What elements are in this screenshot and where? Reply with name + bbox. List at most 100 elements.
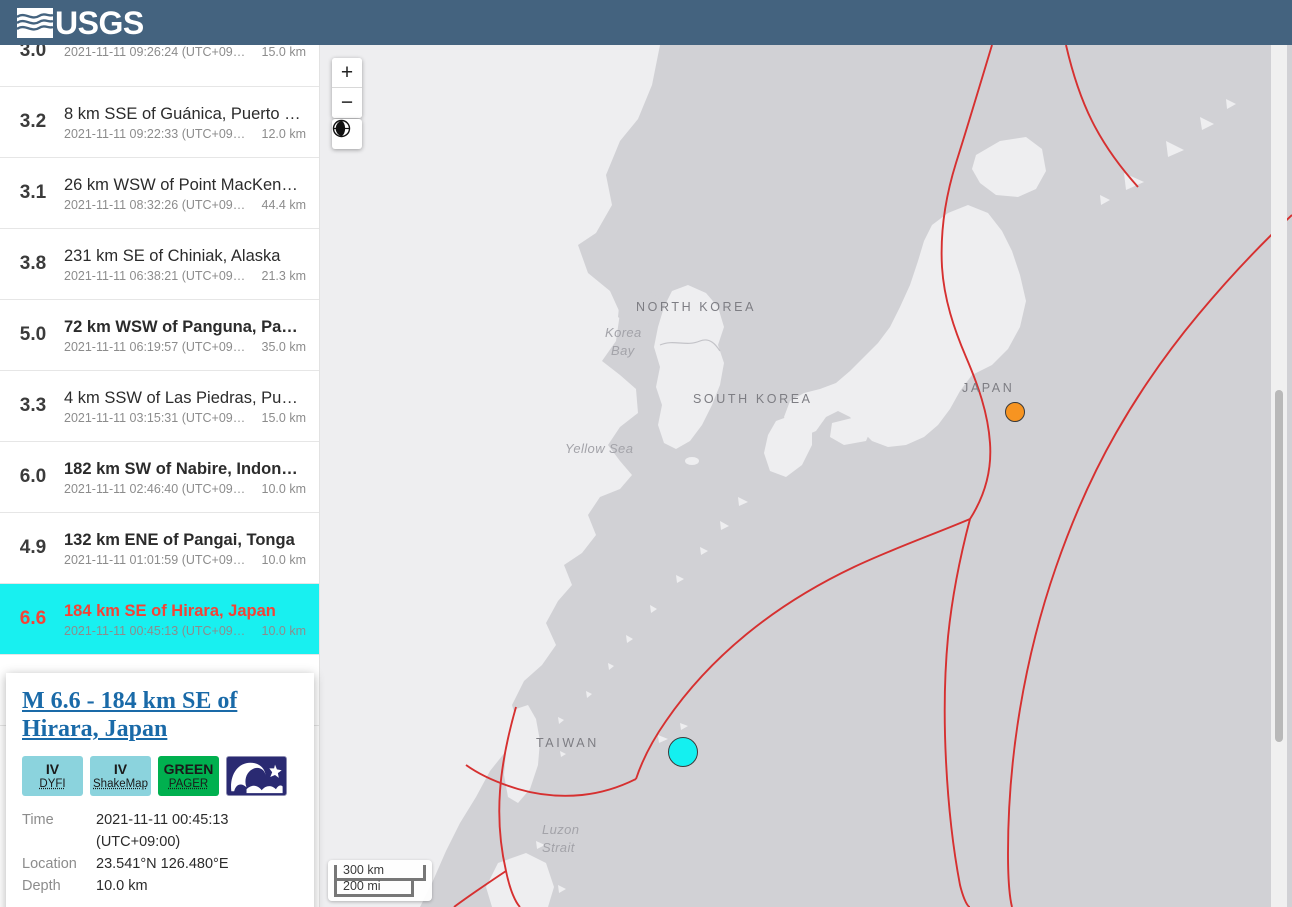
popup-fact-time-key: Time <box>22 812 54 828</box>
usgs-logo[interactable]: USGS <box>17 5 144 40</box>
event-time: 2021-11-11 01:01:59 (UTC+09:0… <box>64 552 246 567</box>
globe-icon <box>332 119 351 138</box>
event-depth: 10.0 km <box>261 623 306 638</box>
map-geometry <box>320 45 1292 907</box>
event-subline: 2021-11-11 09:26:24 (UTC+09:0… 15.0 km <box>64 45 306 59</box>
dyfi-badge-label: DYFI <box>39 777 66 790</box>
event-magnitude: 3.2 <box>19 111 47 132</box>
earthquake-list-item[interactable]: 4.9 132 km ENE of Pangai, Tonga 2021-11-11… <box>0 513 319 584</box>
event-time: 2021-11-11 06:38:21 (UTC+09:0… <box>64 268 246 283</box>
event-subline: 2021-11-11 01:01:59 (UTC+09:0… 10.0 km <box>64 553 306 567</box>
event-magnitude: 3.1 <box>19 182 47 203</box>
shakemap-badge[interactable]: IV ShakeMap <box>90 756 151 796</box>
event-place: 132 km ENE of Pangai, Tonga <box>64 530 295 549</box>
earthquake-list-item[interactable]: 3.3 4 km SSW of Las Piedras, Puert… 2021-1… <box>0 371 319 442</box>
popup-fact-depth-value: 10.0 km <box>96 878 148 894</box>
event-body: 26 km WSW of Point MacKenzie… 2021-11-11 … <box>64 175 319 212</box>
site-header: USGS <box>0 0 1292 45</box>
earthquake-list: 3.0 2021-11-11 09:26:24 (UTC+09:0… 15.0 km… <box>0 45 319 726</box>
event-place: 8 km SSE of Guánica, Puerto Rico <box>64 104 306 123</box>
event-magnitude: 6.0 <box>19 466 47 487</box>
scale-mi-label: 200 mi <box>343 879 381 893</box>
earthquake-list-item[interactable]: 5.0 72 km WSW of Panguna, Papua… 2021-11-1… <box>0 300 319 371</box>
event-time: 2021-11-11 02:46:40 (UTC+09:0… <box>64 481 246 496</box>
zoom-out-button[interactable]: − <box>332 88 362 118</box>
tsunami-badge[interactable] <box>226 756 287 796</box>
dyfi-badge-intensity: IV <box>45 760 60 777</box>
event-depth: 21.3 km <box>261 268 306 283</box>
scale-km-label: 300 km <box>343 863 384 877</box>
zoom-control-group: + − <box>332 58 362 118</box>
event-magnitude: 4.9 <box>19 537 47 558</box>
popup-fact-depth-key: Depth <box>22 878 61 894</box>
earthquake-list-item[interactable]: 6.0 182 km SW of Nabire, Indonesia 2021-11… <box>0 442 319 513</box>
event-body: 231 km SE of Chiniak, Alaska 2021-11-11 0… <box>64 246 319 283</box>
list-scrollbar[interactable] <box>1271 45 1287 907</box>
popup-fact-location-key: Location <box>22 856 77 872</box>
event-body: 132 km ENE of Pangai, Tonga 2021-11-11 01… <box>64 530 319 567</box>
event-depth: 15.0 km <box>261 410 306 425</box>
popup-fact-time-value: 2021-11-11 00:45:13 (UTC+09:00) <box>96 812 229 850</box>
earthquake-list-item[interactable]: 6.6 184 km SE of Hirara, Japan 2021-11-11 … <box>0 584 319 655</box>
popup-fact-location: Location 23.541°N 126.480°E <box>22 853 298 875</box>
event-subline: 2021-11-11 00:45:13 (UTC+09:0… 10.0 km <box>64 624 306 638</box>
event-magnitude: 3.8 <box>19 253 47 274</box>
event-place: 184 km SE of Hirara, Japan <box>64 601 276 620</box>
event-body: 8 km SSE of Guánica, Puerto Rico 2021-11-… <box>64 104 319 141</box>
event-place: 4 km SSW of Las Piedras, Puert… <box>64 388 306 407</box>
popup-badge-row: IV DYFI IV ShakeMap GREEN PAGER <box>22 756 298 796</box>
event-depth: 44.4 km <box>261 197 306 212</box>
orange-quake-marker[interactable] <box>1005 402 1025 422</box>
event-depth: 15.0 km <box>261 45 306 59</box>
event-subline: 2021-11-11 03:15:31 (UTC+09:0… 15.0 km <box>64 411 306 425</box>
map-scale-bar: 300 km 200 mi <box>328 860 432 901</box>
event-body: 72 km WSW of Panguna, Papua… 2021-11-11 0… <box>64 317 319 354</box>
event-body: 2021-11-11 09:26:24 (UTC+09:0… 15.0 km <box>64 45 319 59</box>
event-time: 2021-11-11 09:26:24 (UTC+09:0… <box>64 45 246 59</box>
earthquake-list-item[interactable]: 3.1 26 km WSW of Point MacKenzie… 2021-11-… <box>0 158 319 229</box>
event-body: 184 km SE of Hirara, Japan 2021-11-11 00:… <box>64 601 319 638</box>
earthquake-list-item[interactable]: 3.0 2021-11-11 09:26:24 (UTC+09:0… 15.0 km <box>0 45 319 87</box>
event-subline: 2021-11-11 06:19:57 (UTC+09:0… 35.0 km <box>64 340 306 354</box>
event-time: 2021-11-11 00:45:13 (UTC+09:0… <box>64 623 246 638</box>
shakemap-badge-intensity: IV <box>113 760 128 777</box>
event-body: 182 km SW of Nabire, Indonesia 2021-11-11… <box>64 459 319 496</box>
event-depth: 12.0 km <box>261 126 306 141</box>
event-time: 2021-11-11 06:19:57 (UTC+09:0… <box>64 339 246 354</box>
event-depth: 10.0 km <box>261 481 306 496</box>
scale-mi: 200 mi <box>334 879 414 897</box>
event-place: 182 km SW of Nabire, Indonesia <box>64 459 306 478</box>
earthquake-list-item[interactable]: 3.2 8 km SSE of Guánica, Puerto Rico 2021-… <box>0 87 319 158</box>
earthquake-list-item[interactable]: 3.8 231 km SE of Chiniak, Alaska 2021-11-1… <box>0 229 319 300</box>
pager-badge-label: PAGER <box>168 777 209 790</box>
shakemap-badge-label: ShakeMap <box>93 777 148 790</box>
pager-badge[interactable]: GREEN PAGER <box>158 756 219 796</box>
zoom-in-button[interactable]: + <box>332 58 362 88</box>
event-magnitude: 5.0 <box>19 324 47 345</box>
list-scrollbar-thumb[interactable] <box>1275 390 1283 742</box>
event-time: 2021-11-11 09:22:33 (UTC+09:0… <box>64 126 246 141</box>
map-canvas[interactable]: NORTH KOREA SOUTH KOREA JAPAN TAIWAN Kor… <box>320 45 1292 907</box>
popup-fact-location-value: 23.541°N 126.480°E <box>96 856 229 872</box>
event-time: 2021-11-11 08:32:26 (UTC+09:0… <box>64 197 246 212</box>
event-time: 2021-11-11 03:15:31 (UTC+09:0… <box>64 410 246 425</box>
event-magnitude: 3.3 <box>19 395 47 416</box>
event-depth: 35.0 km <box>261 339 306 354</box>
event-subline: 2021-11-11 08:32:26 (UTC+09:0… 44.4 km <box>64 198 306 212</box>
basemap-globe-button[interactable] <box>332 119 362 149</box>
event-magnitude: 3.0 <box>19 45 47 61</box>
event-subline: 2021-11-11 06:38:21 (UTC+09:0… 21.3 km <box>64 269 306 283</box>
usgs-wave-logo-icon <box>17 7 53 38</box>
event-place: 72 km WSW of Panguna, Papua… <box>64 317 306 336</box>
popup-fact-depth: Depth 10.0 km <box>22 875 298 897</box>
event-depth: 10.0 km <box>261 552 306 567</box>
event-magnitude: 6.6 <box>19 608 47 629</box>
selected-quake-marker[interactable] <box>668 737 698 767</box>
tsunami-wave-icon <box>227 757 286 795</box>
event-detail-popup: M 6.6 - 184 km SE of Hirara, Japan IV DY… <box>6 673 314 907</box>
event-body: 4 km SSW of Las Piedras, Puert… 2021-11-1… <box>64 388 319 425</box>
usgs-wordmark: USGS <box>55 4 144 41</box>
popup-footer: CLOSE <box>22 897 298 907</box>
popup-event-title-link[interactable]: M 6.6 - 184 km SE of Hirara, Japan <box>22 687 298 743</box>
dyfi-badge[interactable]: IV DYFI <box>22 756 83 796</box>
